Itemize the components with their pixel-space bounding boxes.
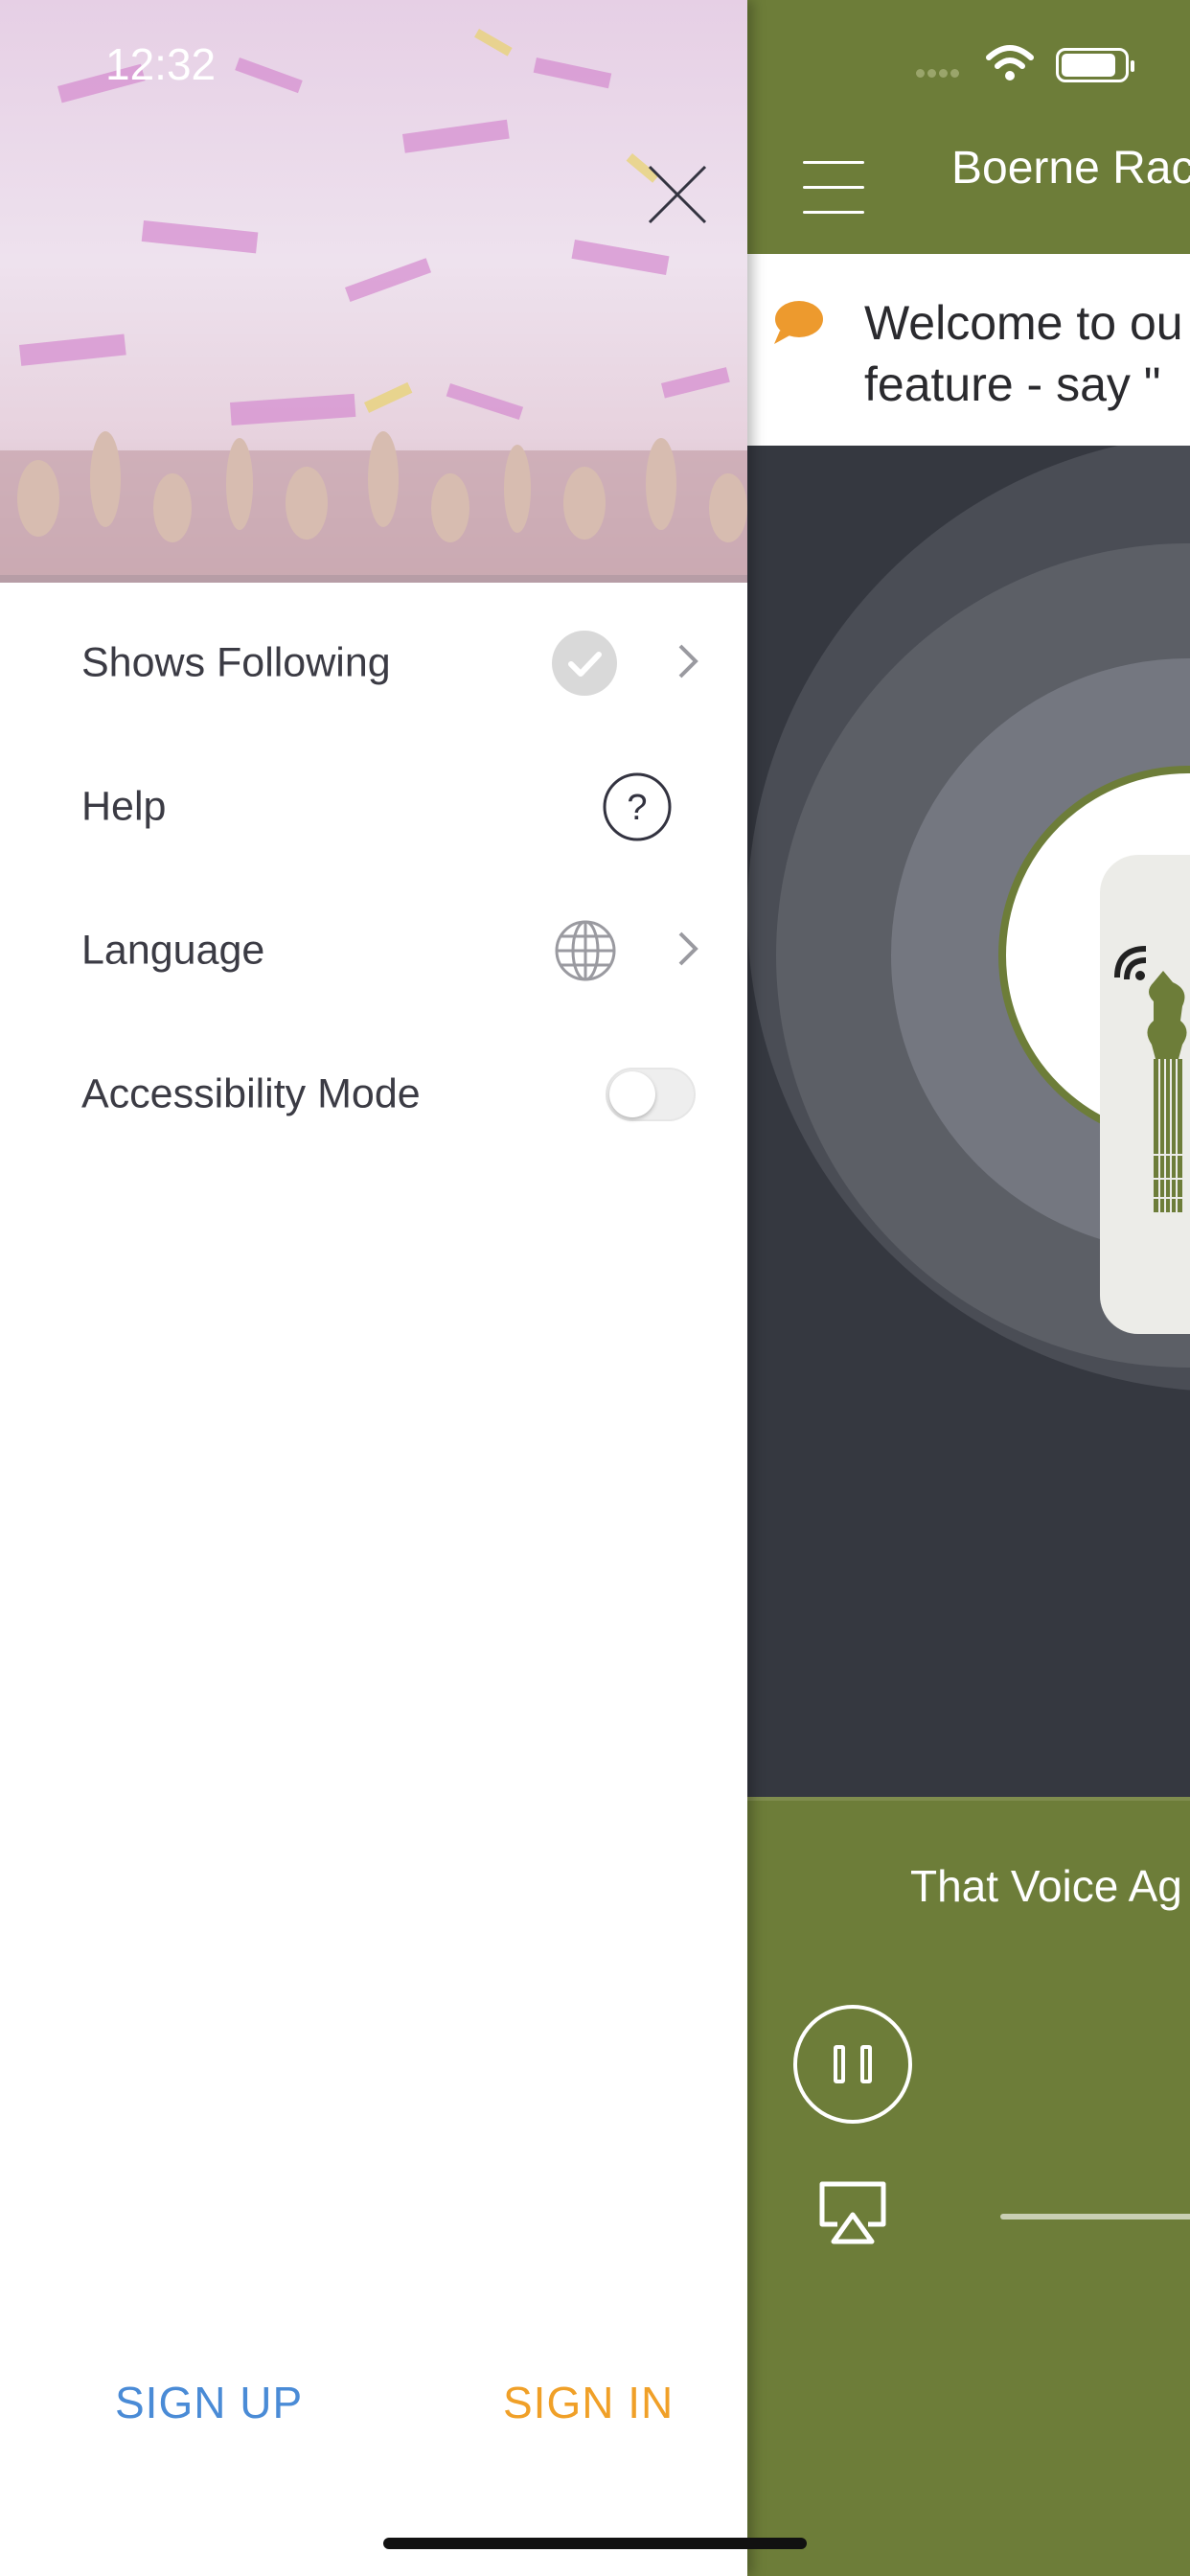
accessibility-mode-toggle[interactable] [606, 1068, 696, 1121]
sign-in-button[interactable]: SIGN IN [503, 2377, 674, 2428]
question-circle-icon: ? [603, 772, 672, 841]
menu-item-label: Shows Following [81, 639, 391, 686]
menu-item-label: Help [81, 783, 167, 830]
pause-button[interactable] [793, 2005, 912, 2124]
svg-text:?: ? [627, 788, 647, 828]
status-time: 12:32 [105, 39, 217, 89]
pause-icon [834, 2045, 845, 2083]
menu-item-shows-following[interactable]: Shows Following [0, 591, 747, 735]
status-bar-right [747, 38, 1190, 96]
banner-text: Welcome to ou feature - say " [864, 296, 1183, 411]
menu-item-label: Language [81, 927, 265, 974]
home-indicator[interactable] [383, 2538, 807, 2549]
sign-up-button[interactable]: SIGN UP [115, 2377, 303, 2428]
battery-icon [1056, 48, 1134, 82]
menu-item-help[interactable]: Help ? [0, 735, 747, 879]
hamburger-menu-button[interactable] [803, 161, 864, 215]
concert-header-image: 12:32 [0, 0, 747, 583]
close-icon[interactable] [644, 161, 711, 228]
volume-slider[interactable] [1000, 2214, 1190, 2220]
airplay-icon[interactable] [816, 2180, 889, 2245]
welcome-banner[interactable]: Welcome to ou feature - say " [747, 254, 1190, 446]
wifi-icon [986, 45, 1034, 80]
guitar-logo-icon [1147, 971, 1187, 1212]
menu-item-language[interactable]: Language [0, 879, 747, 1023]
main-app-screen: Boerne Rac Welcome to ou feature - say " [747, 0, 1190, 2576]
check-circle-icon [552, 631, 617, 696]
now-playing-text: That Voice Ag [910, 1861, 1182, 1911]
globe-icon [555, 920, 616, 981]
chevron-right-icon [678, 932, 698, 966]
side-drawer: 12:32 Shows Following Help ? Language Ac… [0, 0, 747, 2576]
station-artwork-area [747, 446, 1190, 1797]
app-title: Boerne Rac [951, 143, 1190, 194]
cellular-signal-icon [916, 65, 962, 82]
player-bar: That Voice Ag [747, 1797, 1190, 2576]
chat-bubble-icon [774, 301, 823, 344]
menu-item-label: Accessibility Mode [81, 1070, 421, 1117]
app-header: Boerne Rac [747, 0, 1190, 254]
pause-icon [860, 2045, 872, 2083]
menu-item-accessibility-mode: Accessibility Mode [0, 1023, 747, 1166]
chevron-right-icon [678, 644, 698, 678]
